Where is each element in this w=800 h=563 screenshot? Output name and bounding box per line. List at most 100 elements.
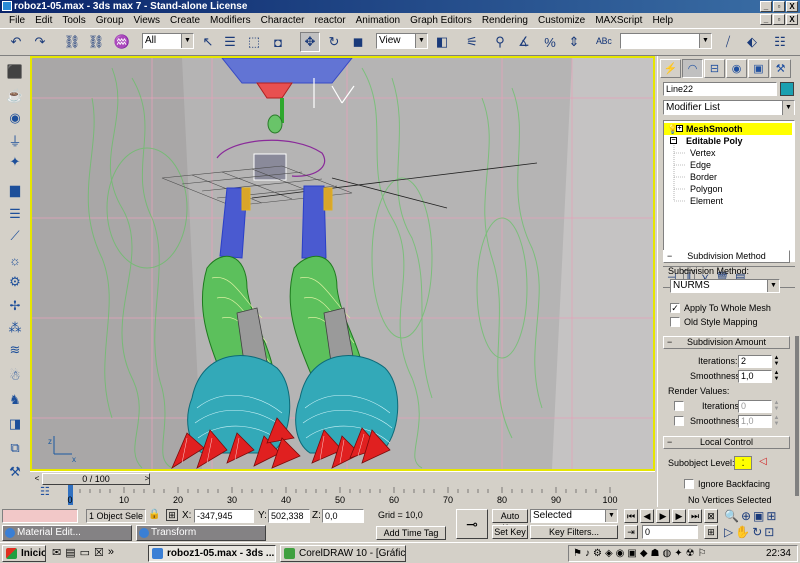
start-button[interactable]: Inicio [2, 545, 46, 562]
camera-icon[interactable]: ▆ [4, 180, 26, 200]
trackbar[interactable]: ☷ 0 10 20 30 40 50 60 70 80 90 100 [30, 485, 655, 507]
layer-manager-icon[interactable]: ☷ [770, 32, 790, 52]
edge-level-icon[interactable]: ◁ [756, 456, 770, 470]
render-icon[interactable]: ⧉ [4, 438, 26, 458]
lock-icon[interactable]: 🔒 [148, 509, 160, 520]
zoom-icon[interactable]: 🔍 [724, 509, 739, 523]
teapot-icon[interactable]: ☕ [4, 86, 26, 106]
auto-key-button[interactable]: Auto Key [492, 509, 528, 533]
tray-app-icon[interactable]: ✦ [674, 548, 682, 559]
particle-icon[interactable]: ⁂ [4, 318, 26, 338]
unlink-icon[interactable]: ⛓ [86, 32, 106, 52]
menu-rendering[interactable]: Rendering [477, 13, 533, 28]
menu-maxscript[interactable]: MAXScript [590, 13, 647, 28]
apply-whole-mesh-checkbox[interactable]: ✓ [670, 303, 680, 313]
spinner-arrows-icon[interactable]: ▲ ▼ [772, 415, 781, 428]
object-color-swatch[interactable] [780, 82, 794, 96]
zoom-extents-all-icon[interactable]: ⊞ [766, 509, 776, 523]
minimize-button[interactable]: _ [760, 1, 772, 12]
modifier-list-dropdown[interactable]: Modifier List ▼ [663, 100, 795, 115]
maxscript-listener-field[interactable] [2, 509, 78, 523]
render-iterations-spinner[interactable]: 0 ▲ ▼ [738, 400, 779, 413]
task-3dsmax[interactable]: roboz1-05.max - 3ds ... [148, 545, 276, 562]
tray-app-icon[interactable]: ☢ [686, 548, 695, 559]
doc-minimize-button[interactable]: _ [760, 14, 772, 25]
edit-named-selections-icon[interactable]: ᴬᴮᶜ [594, 32, 614, 52]
snap-toggle-icon[interactable]: ⚲ [490, 32, 510, 52]
create-box-icon[interactable]: ⬛ [4, 62, 26, 82]
time-configuration-icon[interactable]: ⊠ [704, 509, 718, 523]
redo-icon[interactable]: ↷ [30, 32, 50, 52]
key-mode-dropdown[interactable]: Selected ▼ [530, 509, 618, 523]
select-and-move-icon[interactable]: ✥ [300, 32, 320, 52]
tray-app-icon[interactable]: ⚐ [698, 548, 707, 559]
maximize-viewport-icon[interactable]: ⊡ [764, 525, 774, 539]
select-and-rotate-icon[interactable]: ↻ [324, 32, 344, 52]
previous-frame-icon[interactable]: ◀ [640, 509, 654, 523]
pivot-center-icon[interactable]: ◧ [432, 32, 452, 52]
biped-icon[interactable]: ☃ [4, 366, 26, 386]
select-object-icon[interactable]: ↖ [198, 32, 218, 52]
time-configuration-icon[interactable]: ⊞ [704, 525, 718, 539]
menu-reactor[interactable]: reactor [310, 13, 351, 28]
current-frame-field[interactable]: 0 [642, 525, 698, 539]
add-time-tag-button[interactable]: Add Time Tag [376, 526, 446, 540]
menu-modifiers[interactable]: Modifiers [205, 13, 256, 28]
sphere-icon[interactable]: ◉ [4, 108, 26, 128]
pan-icon[interactable]: ✋ [735, 525, 750, 539]
mirror-icon[interactable]: ⧸ [718, 32, 738, 52]
menu-create[interactable]: Create [165, 13, 205, 28]
next-frame-icon[interactable]: ▶ [672, 509, 686, 523]
time-slider-thumb[interactable]: 0 / 100 [42, 473, 150, 485]
menu-tools[interactable]: Tools [57, 13, 90, 28]
task-coreldraw[interactable]: CorelDRAW 10 - [Gráfico1] [280, 545, 406, 562]
angle-snap-icon[interactable]: ∡ [514, 32, 534, 52]
spinner-snap-icon[interactable]: ⇕ [564, 32, 584, 52]
bone-icon[interactable]: ⟋ [4, 226, 26, 246]
render-smoothness-spinner[interactable]: 1,0 ▲ ▼ [738, 415, 779, 428]
volume-icon[interactable]: ♪ [585, 548, 590, 559]
menu-group[interactable]: Group [91, 13, 129, 28]
tray-app-icon[interactable]: ☗ [651, 548, 660, 559]
tray-app-icon[interactable]: ▣ [627, 548, 636, 559]
menu-help[interactable]: Help [647, 13, 678, 28]
network-icon[interactable]: ⚑ [573, 548, 582, 559]
render-iterations-checkbox[interactable] [674, 401, 684, 411]
go-to-end-icon[interactable]: ⏭ [688, 509, 702, 523]
cylinder-icon[interactable]: ⏚ [4, 130, 26, 150]
zoom-extents-icon[interactable]: ▣ [753, 509, 764, 523]
desktop-icon[interactable]: ▤ [65, 546, 75, 559]
star-icon[interactable]: ✦ [4, 152, 26, 172]
menu-animation[interactable]: Animation [351, 13, 405, 28]
render-setup-icon[interactable]: ⚒ [4, 462, 26, 482]
close-button[interactable]: X [786, 1, 798, 12]
layers-icon[interactable]: ☰ [4, 204, 26, 224]
quick-launch-chevron[interactable]: » [108, 546, 114, 559]
modify-tab-icon[interactable]: ◠ [682, 59, 703, 78]
space-warp-icon[interactable]: ≋ [4, 340, 26, 360]
material-editor-minimized[interactable]: Material Edit... [2, 525, 132, 541]
selection-filter-dropdown[interactable]: All ▼ [142, 33, 194, 49]
spinner-arrows-icon[interactable]: ▲ ▼ [772, 370, 781, 383]
vertex-level-button[interactable]: ⁚ [734, 456, 752, 470]
set-key-button[interactable]: Set Key [492, 525, 528, 539]
y-coordinate-field[interactable]: 502,338 [268, 509, 310, 523]
folder-icon[interactable]: ▭ [80, 546, 90, 559]
bind-space-warp-icon[interactable]: ♒ [112, 32, 132, 52]
menu-edit[interactable]: Edit [30, 13, 57, 28]
time-slider-prev[interactable]: < [32, 473, 42, 485]
old-style-mapping-checkbox[interactable] [670, 317, 680, 327]
subdivision-amount-rollout[interactable]: − Subdivision Amount [663, 336, 790, 349]
local-control-rollout[interactable]: − Local Control [663, 436, 790, 449]
subdivision-method-dropdown[interactable]: NURMS ▼ [670, 279, 780, 293]
tray-app-icon[interactable]: ⚙ [593, 548, 602, 559]
motion-tab-icon[interactable]: ◉ [726, 59, 747, 78]
tray-app-icon[interactable]: ◉ [616, 548, 625, 559]
close-window-icon[interactable]: ☒ [94, 546, 104, 559]
rectangular-selection-icon[interactable]: ⬚ [244, 32, 264, 52]
x-coordinate-field[interactable]: -347,945 [194, 509, 254, 523]
field-of-view-icon[interactable]: ▷ [724, 525, 733, 539]
spinner-arrows-icon[interactable]: ▲ ▼ [772, 400, 781, 413]
tray-app-icon[interactable]: ◍ [663, 548, 672, 559]
time-slider[interactable]: < 0 / 100 > [30, 471, 655, 485]
